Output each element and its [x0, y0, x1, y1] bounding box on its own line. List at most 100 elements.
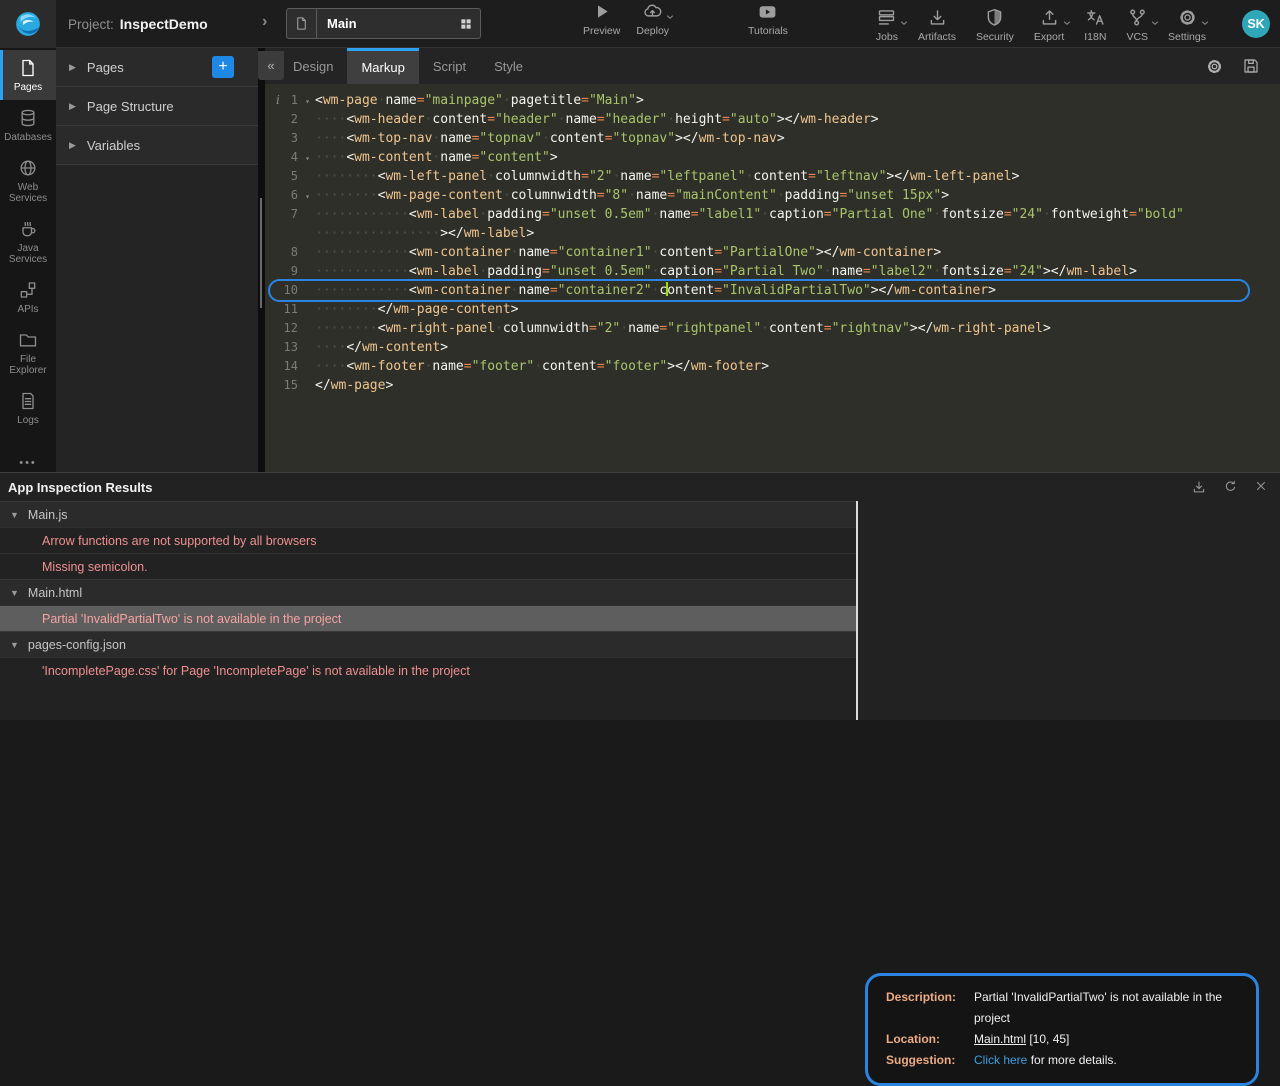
explorer-section-pages[interactable]: ▶ Pages +	[56, 48, 258, 87]
explorer-section-variables[interactable]: ▶Variables	[56, 126, 258, 165]
group-file-name: Main.js	[28, 508, 68, 522]
action-label: I18N	[1084, 31, 1106, 43]
close-icon[interactable]	[1254, 479, 1268, 495]
fold-caret-icon[interactable]: ▾	[305, 187, 310, 206]
panel-resize-divider[interactable]	[258, 48, 265, 472]
line-number: 7	[265, 205, 315, 224]
inspection-list: ▼ Main.js Arrow functions are not supporte…	[0, 501, 856, 720]
page-selector-value: Main	[327, 16, 357, 31]
scrollbar-thumb[interactable]	[260, 198, 262, 308]
inspection-issue[interactable]: Arrow functions are not supported by all…	[0, 527, 856, 553]
code-line-6[interactable]: 6▾········<wm-page-content·columnwidth="…	[265, 186, 1280, 205]
code-line-1[interactable]: i1▾<wm-page·name="mainpage"·pagetitle="M…	[265, 91, 1280, 110]
fold-caret-icon[interactable]: ▾	[305, 92, 310, 111]
action-label: Jobs	[876, 31, 898, 43]
preview-button[interactable]: Preview	[583, 0, 620, 37]
code-line-3[interactable]: 3····<wm-top-nav·name="topnav"·content="…	[265, 129, 1280, 148]
tab-design[interactable]: Design	[279, 48, 347, 84]
settings-button[interactable]: Settings	[1168, 6, 1206, 43]
sidebar-item-apis[interactable]: APIs	[0, 272, 56, 322]
code-line-13[interactable]: 13····</wm-content>	[265, 338, 1280, 357]
cloud-up-icon	[642, 1, 663, 22]
code-text: ············<wm-label·padding="unset 0.5…	[315, 262, 1137, 281]
code-area[interactable]: i1▾<wm-page·name="mainpage"·pagetitle="M…	[265, 84, 1280, 472]
inspection-issue[interactable]: 'IncompletePage.css' for Page 'Incomplet…	[0, 657, 856, 683]
inspection-issue[interactable]: Partial 'InvalidPartialTwo' is not avail…	[0, 605, 856, 631]
code-text: ····<wm-top-nav·name="topnav"·content="t…	[315, 129, 785, 148]
list-detail-divider[interactable]	[856, 501, 858, 720]
sidebar-item-pages[interactable]: Pages	[0, 50, 56, 100]
sidebar-item-logs[interactable]: Logs	[0, 383, 56, 433]
explorer-section-page-structure[interactable]: ▶Page Structure	[56, 87, 258, 126]
section-label: Pages	[87, 60, 124, 75]
inspection-group-main-html[interactable]: ▼Main.html	[0, 579, 856, 605]
jobs-button[interactable]: Jobs	[876, 6, 898, 43]
action-label: Tutorials	[748, 25, 788, 37]
code-line-15[interactable]: 15</wm-page>	[265, 376, 1280, 395]
sidebar-item-java-services[interactable]: Java Services	[0, 211, 56, 272]
tab-style[interactable]: Style	[480, 48, 537, 84]
caret-down-icon[interactable]: ▼	[10, 640, 19, 650]
chevron-down-icon[interactable]	[665, 12, 675, 22]
caret-down-icon[interactable]: ▼	[10, 510, 19, 520]
inspection-group-pages-config-json[interactable]: ▼pages-config.json	[0, 631, 856, 657]
security-button[interactable]: Security	[976, 6, 1014, 43]
inspection-issue[interactable]: Missing semicolon.	[0, 553, 856, 579]
tab-script[interactable]: Script	[419, 48, 480, 84]
action-label: Security	[976, 31, 1014, 43]
code-line-10[interactable]: 10············<wm-container·name="contai…	[265, 281, 1280, 300]
collapse-panel-button[interactable]: «	[258, 51, 284, 80]
chevron-down-icon[interactable]	[1200, 18, 1210, 28]
download-icon[interactable]	[1191, 479, 1207, 495]
code-text: <wm-page·name="mainpage"·pagetitle="Main…	[315, 91, 644, 110]
add-page-button[interactable]: +	[212, 56, 234, 78]
code-line-12[interactable]: 12········<wm-right-panel·columnwidth="2…	[265, 319, 1280, 338]
file-icon	[287, 9, 317, 38]
line-number: 9	[265, 262, 315, 281]
code-line-7[interactable]: 7············<wm-label·padding="unset 0.…	[265, 205, 1280, 224]
code-line-2[interactable]: 2····<wm-header·content="header"·name="h…	[265, 110, 1280, 129]
caret-right-icon[interactable]: ▶	[69, 101, 76, 112]
save-icon[interactable]	[1242, 57, 1260, 75]
code-line-wrap[interactable]: ················></wm-label>	[265, 224, 1280, 243]
caret-right-icon[interactable]: ▶	[69, 62, 76, 73]
grid-icon[interactable]	[459, 17, 473, 31]
code-line-4[interactable]: 4▾····<wm-content·name="content">	[265, 148, 1280, 167]
page-selector[interactable]: Main	[286, 8, 481, 39]
code-line-5[interactable]: 5········<wm-left-panel·columnwidth="2"·…	[265, 167, 1280, 186]
tab-markup[interactable]: Markup	[347, 48, 418, 84]
sidebar-item-file-explorer[interactable]: File Explorer	[0, 322, 56, 383]
sidebar-item-databases[interactable]: Databases	[0, 100, 56, 150]
artifacts-button[interactable]: Artifacts	[918, 6, 956, 43]
editor-settings-gear-icon[interactable]	[1205, 57, 1224, 76]
code-line-11[interactable]: 11········</wm-page-content>	[265, 300, 1280, 319]
vcs-button[interactable]: VCS	[1126, 6, 1148, 43]
chevron-down-icon[interactable]	[1150, 18, 1160, 28]
suggestion-label: Suggestion:	[886, 1050, 974, 1071]
deploy-button[interactable]: Deploy	[636, 0, 669, 37]
sidebar-item-web-services[interactable]: Web Services	[0, 150, 56, 211]
location-position: [10, 45]	[1026, 1032, 1069, 1046]
sidebar-item-label: File Explorer	[1, 354, 55, 376]
chevron-down-icon[interactable]	[1062, 18, 1072, 28]
fold-caret-icon[interactable]: ▾	[305, 149, 310, 168]
export-button[interactable]: Export	[1034, 6, 1064, 43]
chevron-down-icon[interactable]	[899, 18, 909, 28]
i18n-button[interactable]: I18N	[1084, 6, 1106, 43]
description-value: Partial 'InvalidPartialTwo' is not avail…	[974, 987, 1246, 1029]
location-file-link[interactable]: Main.html	[974, 1032, 1026, 1046]
download-icon	[927, 7, 948, 28]
inspection-group-main-js[interactable]: ▼ Main.js	[0, 501, 856, 527]
code-text: </wm-page>	[315, 376, 393, 395]
code-line-8[interactable]: 8············<wm-container·name="contain…	[265, 243, 1280, 262]
refresh-icon[interactable]	[1223, 479, 1238, 495]
user-avatar[interactable]: SK	[1242, 10, 1270, 38]
app-logo[interactable]	[0, 0, 56, 48]
tutorials-button[interactable]: Tutorials	[748, 0, 788, 37]
click-here-link[interactable]: Click here	[974, 1053, 1027, 1067]
code-line-14[interactable]: 14····<wm-footer·name="footer"·content="…	[265, 357, 1280, 376]
issue-text: Partial 'InvalidPartialTwo' is not avail…	[42, 612, 341, 626]
caret-down-icon[interactable]: ▼	[10, 588, 19, 598]
code-line-9[interactable]: 9············<wm-label·padding="unset 0.…	[265, 262, 1280, 281]
caret-right-icon[interactable]: ▶	[69, 140, 76, 151]
